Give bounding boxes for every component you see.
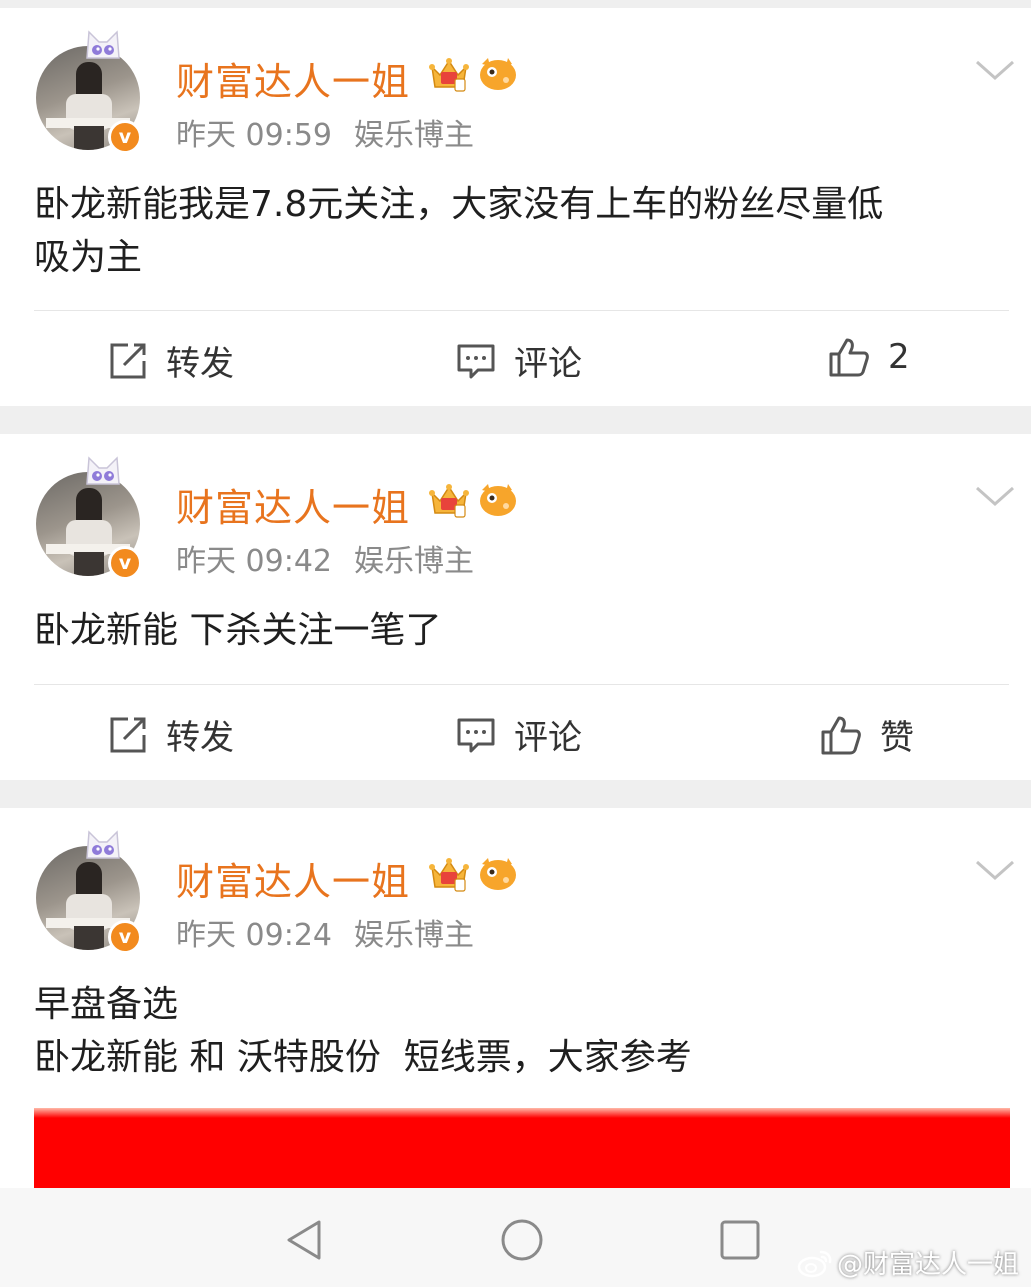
chevron-down-icon[interactable] (975, 58, 1015, 82)
comment-button[interactable]: 评论 (456, 336, 582, 385)
watermark-text: @财富达人一姐 (836, 1250, 1019, 1280)
author-tag: 娱乐博主 (354, 544, 474, 579)
comment-icon (457, 718, 495, 752)
author-tag: 娱乐博主 (354, 118, 474, 153)
crown-icon (429, 484, 469, 518)
username[interactable]: 财富达人一姐 (176, 851, 410, 906)
repost-icon (110, 343, 146, 378)
cat-ears-icon (86, 456, 120, 485)
like-label: 2 (888, 337, 910, 377)
cat-ears-icon (86, 830, 120, 859)
post-meta: 昨天 09:59 娱乐博主 (176, 110, 474, 154)
fish-icon (480, 58, 516, 90)
avatar[interactable]: v (36, 456, 142, 580)
avatar[interactable]: v (36, 30, 142, 154)
post-image[interactable] (34, 1108, 1010, 1188)
post-meta: 昨天 09:24 娱乐博主 (176, 910, 474, 954)
thumbs-up-icon (829, 338, 869, 377)
crown-icon (429, 858, 469, 892)
post-time: 昨天 09:24 (176, 918, 332, 953)
like-label: 赞 (880, 718, 914, 758)
fish-icon (480, 858, 516, 890)
verified-badge: v (108, 546, 142, 580)
nav-home-icon[interactable] (500, 1218, 544, 1262)
divider (34, 310, 1009, 311)
username[interactable]: 财富达人一姐 (176, 477, 410, 532)
post-time: 昨天 09:59 (176, 118, 332, 153)
post-time: 昨天 09:42 (176, 544, 332, 579)
post-card: v 财富达人一姐 昨天 09:42 娱乐博主 卧龙新能 下杀关注一笔了 转发 评论 (0, 434, 1031, 780)
username[interactable]: 财富达人一姐 (176, 51, 410, 106)
post-card: v 财富达人一姐 昨天 09:24 娱乐博主 早盘备选 卧龙新能 和 沃特股份 短… (0, 808, 1031, 1188)
comment-label: 评论 (514, 344, 582, 384)
thumbs-up-icon (821, 716, 861, 754)
weibo-logo-icon (797, 1250, 832, 1277)
comment-label: 评论 (514, 718, 582, 758)
watermark: @财富达人一姐 (797, 1244, 1019, 1281)
like-button[interactable]: 赞 (820, 710, 914, 759)
verified-badge: v (108, 120, 142, 154)
divider (34, 684, 1009, 685)
repost-label: 转发 (166, 344, 234, 384)
post-content: 卧龙新能我是7.8元关注，大家没有上车的粉丝尽量低 吸为主 (34, 184, 884, 278)
avatar[interactable]: v (36, 830, 142, 954)
post-meta: 昨天 09:42 娱乐博主 (176, 536, 474, 580)
chevron-down-icon[interactable] (975, 858, 1015, 882)
verified-badge: v (108, 920, 142, 954)
cat-ears-icon (86, 30, 120, 59)
repost-button[interactable]: 转发 (108, 710, 234, 759)
repost-label: 转发 (166, 718, 234, 758)
post-content: 早盘备选 卧龙新能 和 沃特股份 短线票，大家参考 (34, 984, 692, 1078)
nav-recents-icon[interactable] (718, 1218, 762, 1262)
author-tag: 娱乐博主 (354, 918, 474, 953)
like-button[interactable]: 2 (828, 336, 910, 378)
repost-button[interactable]: 转发 (108, 336, 234, 385)
nav-back-icon[interactable] (283, 1218, 327, 1262)
post-card: v 财富达人一姐 昨天 09:59 娱乐博主 卧龙新能我是7.8元关注，大家没有上… (0, 8, 1031, 406)
crown-icon (429, 58, 469, 92)
post-content: 卧龙新能 下杀关注一笔了 (34, 610, 442, 651)
chevron-down-icon[interactable] (975, 484, 1015, 508)
fish-icon (480, 484, 516, 516)
repost-icon (110, 717, 146, 752)
comment-icon (457, 344, 495, 378)
comment-button[interactable]: 评论 (456, 710, 582, 759)
